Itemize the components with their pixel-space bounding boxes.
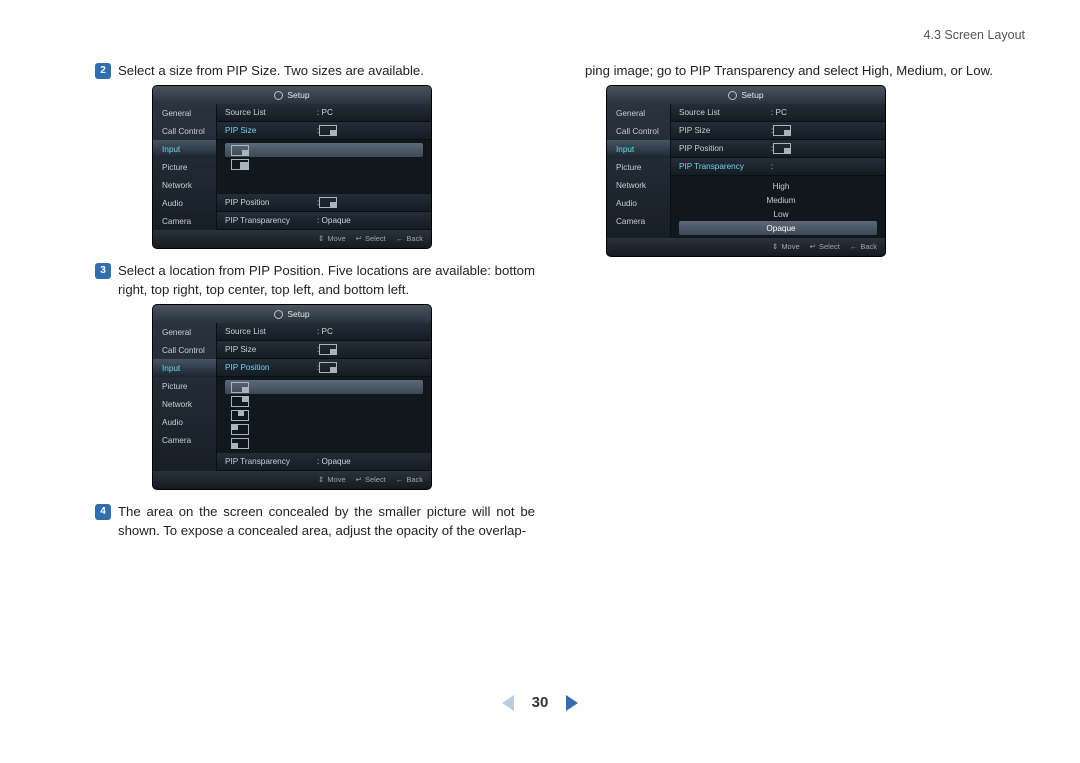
sidebar-item[interactable]: Network bbox=[153, 395, 216, 413]
step-2: 2 Select a size from PIP Size. Two sizes… bbox=[95, 62, 535, 80]
pip-pos-icon bbox=[773, 143, 791, 154]
gear-icon bbox=[728, 91, 737, 100]
row-pip-position[interactable]: PIP Position: bbox=[217, 359, 431, 377]
sidebar-item[interactable]: General bbox=[607, 104, 670, 122]
osd-pip-size: Setup General Call Control Input Picture… bbox=[153, 86, 431, 248]
step-badge-4: 4 bbox=[95, 504, 111, 520]
enter-icon: ↵ bbox=[356, 475, 362, 486]
step-4-cont-text: ping image; go to PIP Transparency and s… bbox=[585, 62, 1025, 80]
row-source-list[interactable]: Source List: PC bbox=[671, 104, 885, 122]
back-icon: ← bbox=[396, 234, 404, 245]
pager: 30 bbox=[0, 694, 1080, 711]
transparency-options-pane: High Medium Low Opaque bbox=[671, 176, 885, 238]
sidebar-item-input[interactable]: Input bbox=[153, 140, 216, 158]
sidebar-item[interactable]: Audio bbox=[153, 413, 216, 431]
step-badge-2: 2 bbox=[95, 63, 111, 79]
trans-opaque[interactable]: Opaque bbox=[679, 221, 877, 235]
osd-header: Setup bbox=[153, 86, 431, 104]
sidebar-item[interactable]: Network bbox=[607, 176, 670, 194]
sidebar-item[interactable]: Picture bbox=[607, 158, 670, 176]
sidebar-item[interactable]: Camera bbox=[153, 212, 216, 230]
sidebar-item[interactable]: Network bbox=[153, 176, 216, 194]
sidebar-item[interactable]: General bbox=[153, 104, 216, 122]
sidebar-item-input[interactable]: Input bbox=[607, 140, 670, 158]
position-options-pane bbox=[217, 377, 431, 453]
row-source-list[interactable]: Source List : PC bbox=[217, 104, 431, 122]
size-option-large[interactable] bbox=[225, 157, 423, 171]
pos-top-center[interactable] bbox=[225, 408, 423, 422]
sidebar-item[interactable]: Call Control bbox=[153, 122, 216, 140]
step-2-text: Select a size from PIP Size. Two sizes a… bbox=[118, 62, 535, 80]
step-4-continuation: ping image; go to PIP Transparency and s… bbox=[585, 62, 1025, 80]
enter-icon: ↵ bbox=[810, 242, 816, 253]
size-options-pane bbox=[217, 140, 431, 194]
page-next-icon[interactable] bbox=[566, 695, 578, 711]
row-pip-transparency[interactable]: PIP Transparency: Opaque bbox=[217, 453, 431, 471]
row-pip-position[interactable]: PIP Position: bbox=[671, 140, 885, 158]
section-header: 4.3 Screen Layout bbox=[924, 28, 1025, 42]
pip-small-icon bbox=[773, 125, 791, 136]
pip-pos-icon bbox=[319, 362, 337, 373]
osd-title: Setup bbox=[287, 90, 309, 102]
gear-icon bbox=[274, 91, 283, 100]
back-icon: ← bbox=[850, 242, 858, 253]
arrows-icon: ⇕ bbox=[318, 234, 324, 245]
page-number: 30 bbox=[532, 694, 549, 711]
row-pip-size[interactable]: PIP Size: bbox=[671, 122, 885, 140]
sidebar-item[interactable]: Camera bbox=[153, 431, 216, 449]
row-pip-position[interactable]: PIP Position : bbox=[217, 194, 431, 212]
trans-low[interactable]: Low bbox=[679, 207, 877, 221]
back-icon: ← bbox=[396, 475, 404, 486]
row-pip-size[interactable]: PIP Size : bbox=[217, 122, 431, 140]
sidebar-item[interactable]: Call Control bbox=[607, 122, 670, 140]
sidebar-item[interactable]: Picture bbox=[153, 377, 216, 395]
row-pip-transparency[interactable]: PIP Transparency: bbox=[671, 158, 885, 176]
size-option-small[interactable] bbox=[225, 143, 423, 157]
osd-pip-transparency: Setup General Call Control Input Picture… bbox=[607, 86, 885, 256]
gear-icon bbox=[274, 310, 283, 319]
row-pip-size[interactable]: PIP Size: bbox=[217, 341, 431, 359]
osd-sidebar: General Call Control Input Picture Netwo… bbox=[153, 104, 217, 230]
sidebar-item-input[interactable]: Input bbox=[153, 359, 216, 377]
pip-small-icon bbox=[319, 344, 337, 355]
sidebar-item[interactable]: General bbox=[153, 323, 216, 341]
step-4: 4 The area on the screen concealed by th… bbox=[95, 503, 535, 540]
sidebar-item[interactable]: Call Control bbox=[153, 341, 216, 359]
trans-medium[interactable]: Medium bbox=[679, 193, 877, 207]
sidebar-item[interactable]: Picture bbox=[153, 158, 216, 176]
arrows-icon: ⇕ bbox=[318, 475, 324, 486]
sidebar-item[interactable]: Audio bbox=[607, 194, 670, 212]
enter-icon: ↵ bbox=[356, 234, 362, 245]
pip-small-icon bbox=[319, 125, 337, 136]
osd-footer: ⇕Move ↵Select ←Back bbox=[153, 230, 431, 248]
page-prev-icon[interactable] bbox=[502, 695, 514, 711]
trans-high[interactable]: High bbox=[679, 179, 877, 193]
arrows-icon: ⇕ bbox=[772, 242, 778, 253]
osd-pip-position: Setup General Call Control Input Picture… bbox=[153, 305, 431, 489]
pos-top-left[interactable] bbox=[225, 422, 423, 436]
pos-bottom-right[interactable] bbox=[225, 380, 423, 394]
step-3-text: Select a location from PIP Position. Fiv… bbox=[118, 262, 535, 299]
sidebar-item[interactable]: Camera bbox=[607, 212, 670, 230]
step-3: 3 Select a location from PIP Position. F… bbox=[95, 262, 535, 299]
sidebar-item[interactable]: Audio bbox=[153, 194, 216, 212]
step-badge-3: 3 bbox=[95, 263, 111, 279]
row-pip-transparency[interactable]: PIP Transparency : Opaque bbox=[217, 212, 431, 230]
pip-pos-icon bbox=[319, 197, 337, 208]
row-source-list[interactable]: Source List: PC bbox=[217, 323, 431, 341]
pos-bottom-left[interactable] bbox=[225, 436, 423, 450]
step-4-text: The area on the screen concealed by the … bbox=[118, 503, 535, 540]
pos-top-right[interactable] bbox=[225, 394, 423, 408]
